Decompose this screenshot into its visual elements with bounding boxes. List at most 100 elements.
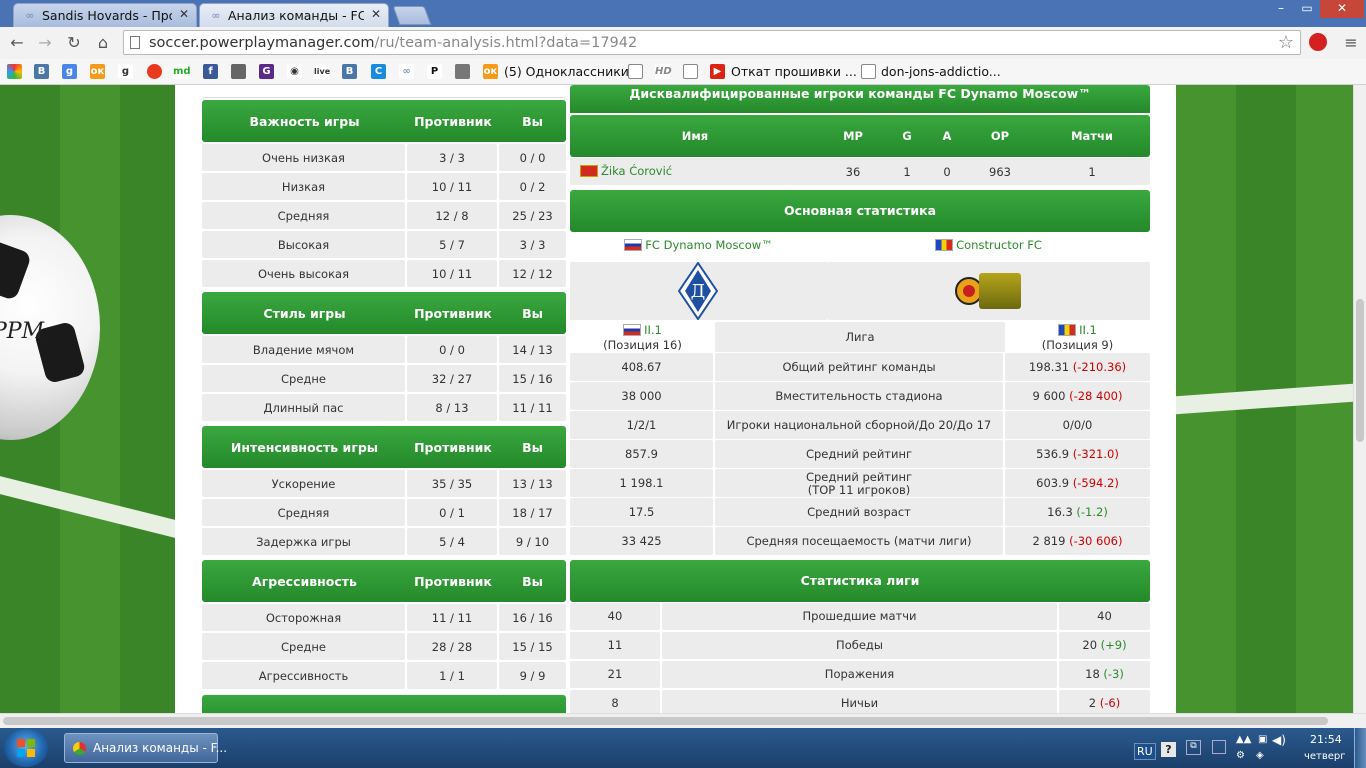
stats-label-sub: (TOP 11 игроков) [807,483,911,497]
league-label-cell: Лига [715,322,1005,352]
tactics-row-opponent: 5 / 4 [439,535,465,549]
tactics-table-title: Важность игры [249,114,360,129]
maximize-button[interactable]: ▭ [1294,0,1320,18]
league-stat-label: Прошедшие матчи [802,609,917,623]
player-name-link[interactable]: Žika Ćorović [580,164,672,178]
new-tab-button[interactable] [392,6,432,25]
tactics-table-title: Агрессивность [252,574,357,589]
stats-right-value: 2 819 (-30 606) [1005,534,1150,548]
tactics-row-you: 16 / 16 [512,611,553,625]
youtube-icon[interactable]: ▶ [710,64,725,79]
taskbar-window-label: Анализ команды - F... [93,741,228,755]
taskbar-chrome-window[interactable]: Анализ команды - F... [64,733,227,763]
live-icon[interactable]: live [314,64,330,79]
hd-icon[interactable]: HD [655,64,672,79]
adblock-extension-icon[interactable] [1309,33,1327,51]
start-button[interactable] [4,729,48,767]
reload-icon[interactable]: ↻ [63,32,85,54]
col-opponent: Противник [414,306,492,321]
vertical-scrollbar[interactable] [1353,85,1366,713]
odnoklassniki-icon[interactable]: ок [90,64,105,79]
vk-icon[interactable]: В [34,64,49,79]
stats-diff: (-1.2) [1076,505,1108,519]
bookmark-c-icon[interactable]: C [371,64,386,79]
md-icon[interactable]: md [173,64,191,79]
col-you: Вы [522,440,543,455]
scroll-thumb[interactable] [3,717,1328,725]
menu-icon[interactable]: ≡ [1340,32,1362,54]
window-switch-icon[interactable]: ⧉ [1186,740,1201,755]
google-icon[interactable]: g [62,64,77,79]
network-icon[interactable]: ▲▲ [1236,734,1251,745]
tab-team-analysis[interactable]: ∞ Анализ команды - FC D ✕ [199,3,389,27]
minimize-button[interactable]: – [1268,0,1294,18]
odnoklassniki2-icon[interactable]: ок [483,64,498,79]
vk2-icon[interactable]: В [342,64,357,79]
bookmark-g-icon[interactable]: g [118,64,133,79]
stats-left-value: 408.67 [621,360,662,374]
show-desktop-button[interactable] [1354,728,1366,768]
language-indicator[interactable]: RU [1134,743,1156,760]
home-icon[interactable]: ⌂ [92,32,114,54]
tray-monitor-icon[interactable]: ▣ [1258,734,1267,745]
tactics-row-label: Осторожная [265,611,342,625]
tab-sandis[interactable]: ∞ Sandis Hovards - Проф ✕ [13,3,197,27]
address-bar[interactable]: soccer.powerplaymanager.com/ru/team-anal… [123,30,1301,55]
bookmark-p-icon[interactable]: P [427,64,442,79]
page-icon[interactable] [683,64,698,79]
player-g: 1 [903,165,911,179]
stats-label: Общий рейтинг команды [782,360,936,374]
main-stats-title: Основная статистика [783,203,937,218]
page-icon[interactable] [628,64,643,79]
tactics-row-label: Длинный пас [263,401,344,415]
bookmark-firmware[interactable]: Откат прошивки ... [731,63,857,80]
disqualified-row: Žika Ćorović 36 1 0 963 1 [570,158,1150,185]
tactics-row-opponent: 10 / 11 [431,180,473,194]
team-left-link[interactable]: FC Dynamo Moscow™ [570,238,827,252]
eye-icon[interactable]: ◉ [287,64,302,79]
tactics-row-you: 11 / 11 [512,401,553,415]
help-icon[interactable]: ? [1161,742,1176,757]
back-arrow-icon[interactable]: ← [6,32,28,54]
tactics-row-you: 15 / 15 [512,640,553,654]
facebook-icon[interactable]: f [203,64,218,79]
tray-security-icon[interactable]: ⚙ [1236,750,1245,761]
league-left-link[interactable]: II.1 [644,323,662,337]
league-right-link[interactable]: II.1 [1079,323,1097,337]
league-right-number: 40 [1097,609,1112,623]
page-icon[interactable] [861,64,876,79]
player-a: 0 [943,165,951,179]
tactics-row-label: Средняя [277,209,330,223]
bookmark-odnoklassniki[interactable]: (5) Одноклассники [504,63,629,80]
tactics-row-you: 18 / 17 [512,506,553,520]
bookmark-donjons[interactable]: don-jons-addictio... [881,63,1001,80]
stats-diff: (-30 606) [1069,534,1123,548]
stats-left-value: 33 425 [621,534,662,548]
scroll-thumb[interactable] [1356,299,1364,442]
bookmark-g2-icon[interactable]: G [259,64,274,79]
bookmark-star-icon[interactable]: ☆ [1278,32,1294,53]
close-window-button[interactable]: ✕ [1320,0,1364,18]
tray-app-icon[interactable] [1212,740,1226,754]
clock-time[interactable]: 21:54 [1310,733,1342,746]
tray-extra-icon[interactable]: ◈ [1256,750,1264,761]
bookmark-image-icon[interactable] [231,64,246,79]
clock-day[interactable]: четверг [1304,751,1346,762]
team-right-link[interactable]: Constructor FC [827,238,1150,252]
bookmark-gamepad-icon[interactable] [455,64,470,79]
league-left-cell: II.1 (Позиция 16) [570,322,715,352]
horizontal-scrollbar[interactable] [0,713,1366,728]
tab-close-icon[interactable]: ✕ [371,7,381,21]
tab-close-icon[interactable]: ✕ [179,7,189,21]
ppm-icon[interactable]: ∞ [399,64,414,79]
tactics-table-header: Агрессивность Противник Вы [202,560,566,602]
windows-taskbar: Анализ команды - F... RU ? ⧉ ▲▲ ▣ ◀) ⚙ ◈… [0,728,1366,768]
tactics-row-label: Очень высокая [257,267,349,281]
bookmark-icon[interactable] [7,64,22,79]
tactics-row-opponent: 3 / 3 [439,151,465,165]
forward-arrow-icon[interactable]: → [34,32,56,54]
tactics-row-you: 25 / 23 [512,209,553,223]
volume-icon[interactable]: ◀) [1272,733,1286,747]
bookmark-dot-icon[interactable] [147,64,162,79]
tactics-row-opponent: 35 / 35 [431,477,473,491]
